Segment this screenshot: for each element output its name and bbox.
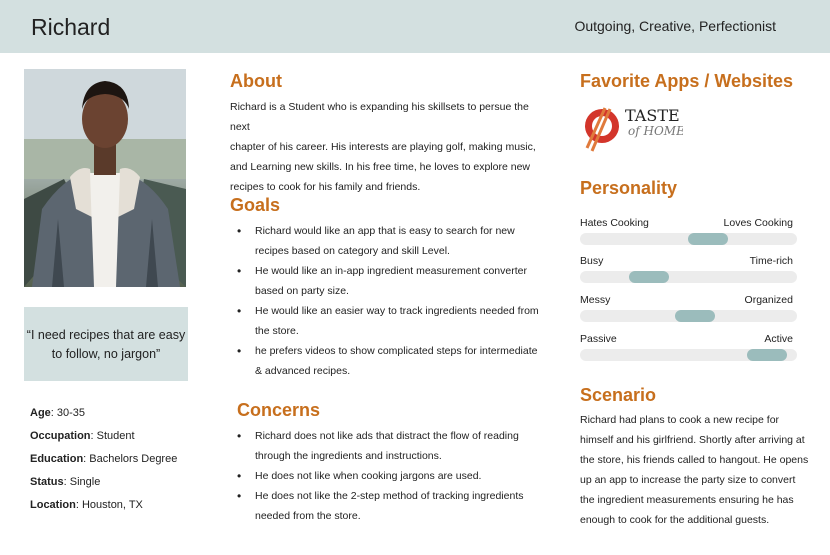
taste-of-home-logo-icon: TASTE of HOME bbox=[585, 106, 685, 152]
scenario-heading: Scenario bbox=[580, 385, 657, 405]
concerns-list: Richard does not like ads that distract … bbox=[229, 426, 549, 526]
goal-line: He would like an in-app ingredient measu… bbox=[255, 265, 527, 277]
portrait-image bbox=[24, 69, 186, 287]
persona-name: Richard bbox=[31, 14, 111, 40]
personality-heading: Personality bbox=[580, 178, 678, 198]
goal-line: He would like an easier way to track ing… bbox=[255, 305, 539, 317]
concern-line: needed from the store. bbox=[255, 510, 361, 522]
concern-item: He does not like when cooking jargons ar… bbox=[229, 466, 549, 486]
goal-line: & advanced recipes. bbox=[255, 365, 351, 377]
about-line: recipes to cook for his family and frien… bbox=[230, 181, 421, 193]
header-bar: Richard Outgoing, Creative, Perfectionis… bbox=[0, 0, 830, 53]
fact-location: Location: Houston, TX bbox=[30, 494, 177, 517]
personality-scale-organized: Messy Organized bbox=[580, 294, 797, 334]
fact-label: Location bbox=[30, 499, 76, 511]
scenario-line: Richard had plans to cook a new recipe f… bbox=[580, 414, 780, 426]
persona-traits: Outgoing, Creative, Perfectionist bbox=[574, 18, 776, 34]
goal-item: Richard would like an app that is easy t… bbox=[229, 221, 549, 261]
scale-left-label: Busy bbox=[580, 255, 604, 267]
fact-value: : Bachelors Degree bbox=[83, 453, 178, 465]
concerns-heading: Concerns bbox=[237, 400, 321, 420]
scale-right-label: Time-rich bbox=[749, 255, 793, 267]
concern-line: He does not like when cooking jargons ar… bbox=[255, 470, 482, 482]
persona-facts: Age: 30-35 Occupation: Student Education… bbox=[30, 402, 177, 517]
concern-item: Richard does not like ads that distract … bbox=[229, 426, 549, 466]
scale-thumb[interactable] bbox=[675, 310, 715, 322]
about-text: Richard is a Student who is expanding hi… bbox=[230, 97, 550, 197]
goal-line: recipes based on category and skill Leve… bbox=[255, 245, 450, 257]
scale-left-label: Messy bbox=[580, 294, 611, 306]
fact-label: Status bbox=[30, 476, 64, 488]
personality-scale-cooking: Hates Cooking Loves Cooking bbox=[580, 217, 797, 257]
scale-left-label: Hates Cooking bbox=[580, 217, 649, 229]
scale-right-label: Loves Cooking bbox=[723, 217, 793, 229]
goal-item: He would like an easier way to track ing… bbox=[229, 301, 549, 341]
fact-value: : Single bbox=[63, 476, 101, 488]
concern-line: He does not like the 2-step method of tr… bbox=[255, 490, 524, 502]
fact-status: Status: Single bbox=[30, 471, 177, 494]
fact-occupation: Occupation: Student bbox=[30, 425, 177, 448]
concern-line: through the ingredients and instructions… bbox=[255, 450, 442, 462]
scale-track bbox=[580, 271, 797, 283]
scale-left-label: Passive bbox=[580, 333, 617, 345]
scenario-line: enough to cook for the additional guests… bbox=[580, 514, 770, 526]
scale-track bbox=[580, 310, 797, 322]
about-line: and Learning new skills. In his free tim… bbox=[230, 161, 530, 173]
scale-right-label: Active bbox=[764, 333, 793, 345]
scale-thumb[interactable] bbox=[688, 233, 728, 245]
about-line: chapter of his career. His interests are… bbox=[230, 141, 536, 153]
scenario-text: Richard had plans to cook a new recipe f… bbox=[580, 410, 820, 530]
fact-label: Age bbox=[30, 407, 51, 419]
goals-heading: Goals bbox=[230, 195, 281, 215]
goal-item: He would like an in-app ingredient measu… bbox=[229, 261, 549, 301]
fact-value: : Student bbox=[90, 430, 135, 442]
scale-thumb[interactable] bbox=[629, 271, 669, 283]
persona-photo bbox=[24, 69, 186, 287]
personality-scale-active: Passive Active bbox=[580, 333, 797, 373]
scale-thumb[interactable] bbox=[747, 349, 787, 361]
goal-line: the store. bbox=[255, 325, 299, 337]
fact-age: Age: 30-35 bbox=[30, 402, 177, 425]
about-line: Richard is a Student who is expanding hi… bbox=[230, 101, 529, 133]
fact-value: : 30-35 bbox=[50, 407, 86, 419]
goal-line: he prefers videos to show complicated st… bbox=[255, 345, 538, 357]
scenario-line: the ingredient measurements ensuring he … bbox=[580, 494, 794, 506]
taste-of-home-logo[interactable]: TASTE of HOME bbox=[583, 101, 685, 157]
fact-label: Education bbox=[30, 453, 84, 465]
scenario-line: himself and his girlfriend. Shortly afte… bbox=[580, 434, 805, 446]
scale-track bbox=[580, 349, 797, 361]
logo-word-taste: TASTE bbox=[625, 106, 680, 125]
logo-word-of-home: of HOME bbox=[628, 124, 683, 138]
fact-label: Occupation bbox=[30, 430, 91, 442]
goal-item: he prefers videos to show complicated st… bbox=[229, 341, 549, 381]
favorites-heading: Favorite Apps / Websites bbox=[580, 71, 794, 91]
goals-list: Richard would like an app that is easy t… bbox=[229, 221, 549, 381]
personality-scale-time: Busy Time-rich bbox=[580, 255, 797, 295]
concern-line: Richard does not like ads that distract … bbox=[255, 430, 519, 442]
scenario-line: up an app to increase the party size to … bbox=[580, 474, 796, 486]
concern-item: He does not like the 2-step method of tr… bbox=[229, 486, 549, 526]
scenario-line: the store, his friends called to hangout… bbox=[580, 454, 809, 466]
scale-track bbox=[580, 233, 797, 245]
fact-education: Education: Bachelors Degree bbox=[30, 448, 177, 471]
goal-line: Richard would like an app that is easy t… bbox=[255, 225, 515, 237]
scale-right-label: Organized bbox=[744, 294, 793, 306]
about-heading: About bbox=[230, 71, 282, 91]
goal-line: based on party size. bbox=[255, 285, 349, 297]
fact-value: : Houston, TX bbox=[75, 499, 143, 511]
persona-quote: “I need recipes that are easy to follow,… bbox=[24, 307, 188, 381]
